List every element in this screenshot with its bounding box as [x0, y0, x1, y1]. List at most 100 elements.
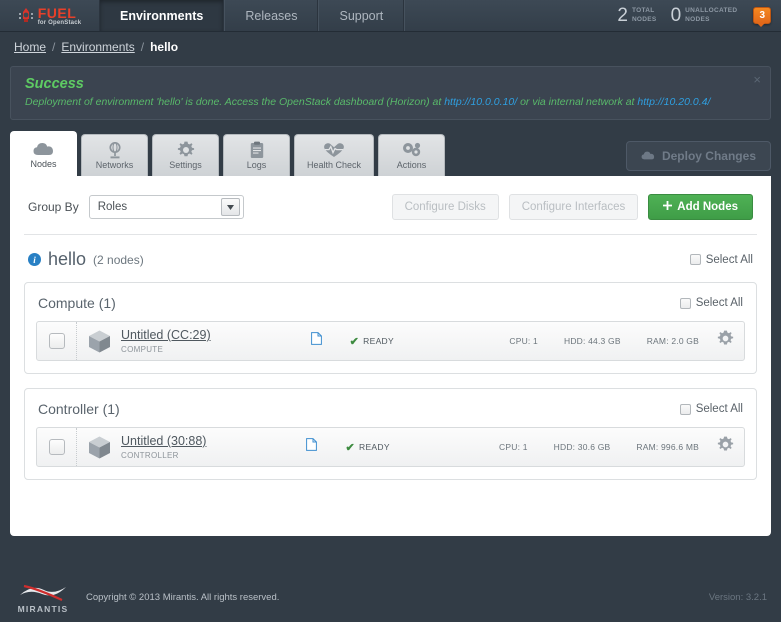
alert-text-middle: or via internal network at: [517, 96, 638, 108]
plus-icon: [663, 201, 673, 213]
server-cube-icon: [77, 322, 121, 360]
nav-item-environments[interactable]: Environments: [100, 0, 225, 31]
select-all-controller[interactable]: Select All: [679, 403, 743, 415]
node-group-compute: Compute (1) Select All Untitled (CC:29): [24, 282, 757, 374]
node-status-area: ✔ READY: [306, 428, 389, 466]
node-group-controller: Controller (1) Select All Untitled (30:8…: [24, 388, 757, 480]
select-all-checkbox[interactable]: [689, 254, 701, 265]
select-all-checkbox[interactable]: [679, 403, 691, 415]
tab-nodes[interactable]: Nodes: [10, 131, 77, 176]
total-nodes-value: 2: [617, 5, 628, 26]
environment-header: i hello (2 nodes) Select All: [24, 235, 757, 282]
brand-logo[interactable]: FUEL for OpenStack: [0, 0, 100, 31]
deploy-changes-button[interactable]: Deploy Changes: [625, 141, 771, 171]
success-alert: × Success Deployment of environment 'hel…: [10, 66, 771, 120]
total-nodes-label-line1: TOTAL: [631, 7, 655, 15]
group-header: Compute (1) Select All: [36, 293, 745, 321]
main-nav-items: Environments Releases Support: [100, 0, 405, 31]
total-nodes-label-line2: NODES: [631, 15, 657, 23]
deploy-changes-label: Deploy Changes: [661, 149, 756, 163]
unallocated-nodes-label-line2: NODES: [685, 15, 710, 23]
group-by-value: Roles: [97, 201, 128, 213]
breadcrumb: Home / Environments / hello: [0, 32, 781, 62]
chevron-down-icon[interactable]: [220, 198, 240, 216]
group-by-select[interactable]: Roles: [88, 195, 244, 219]
environment-node-count: (2 nodes): [93, 252, 144, 267]
unallocated-nodes-value: 0: [670, 5, 682, 26]
breadcrumb-item-environments[interactable]: Environments: [61, 40, 134, 54]
node-name[interactable]: Untitled (30:88): [121, 434, 206, 449]
top-navigation-bar: FUEL for OpenStack Environments Releases…: [0, 0, 781, 32]
node-ram: RAM: 2.0 GB: [646, 336, 699, 346]
nav-item-releases[interactable]: Releases: [224, 0, 319, 31]
breadcrumb-item-home[interactable]: Home: [14, 40, 46, 54]
gear-icon: [177, 141, 195, 159]
tab-networks[interactable]: Networks: [81, 134, 148, 176]
close-icon[interactable]: ×: [753, 73, 761, 86]
tab-bar: Nodes Networks Settings Logs Health Chec…: [10, 131, 771, 176]
tab-label-health-check: Health Check: [306, 160, 362, 170]
node-status-label: READY: [359, 442, 390, 452]
configure-disks-button[interactable]: Configure Disks: [391, 194, 499, 220]
document-icon[interactable]: [310, 332, 322, 350]
select-all-environment[interactable]: Select All: [689, 253, 753, 266]
node-status-area: ✔ READY: [310, 322, 394, 360]
group-title-compute: Compute (1): [38, 295, 116, 311]
nodes-panel: Group By Roles Configure Disks Configure…: [10, 176, 771, 536]
server-cube-icon: [77, 428, 121, 466]
node-name[interactable]: Untitled (CC:29): [121, 328, 211, 343]
select-all-label: Select All: [705, 253, 753, 266]
alert-title: Success: [25, 76, 84, 92]
cloud-icon: [33, 140, 54, 158]
node-statistics: 2 TOTAL NODES 0 UNALLOCATED NODES: [605, 0, 749, 31]
total-nodes-stat[interactable]: 2 TOTAL NODES: [617, 6, 656, 25]
notifications-area: 3: [749, 0, 781, 31]
node-settings-cell: [717, 428, 744, 466]
deploy-button-wrapper: Deploy Changes: [625, 141, 771, 176]
notification-badge[interactable]: 3: [753, 7, 771, 27]
table-row[interactable]: Untitled (30:88) CONTROLLER ✔ READY CPU:…: [36, 427, 745, 467]
clipboard-icon: [250, 141, 264, 159]
select-all-label: Select All: [695, 297, 743, 309]
node-status-label: READY: [363, 336, 394, 346]
tab-health-check[interactable]: Health Check: [294, 134, 374, 176]
breadcrumb-separator: /: [52, 40, 56, 54]
nav-spacer: [404, 0, 605, 31]
select-all-compute[interactable]: Select All: [679, 297, 743, 309]
environment-name: hello: [48, 249, 87, 269]
node-hdd: HDD: 30.6 GB: [553, 442, 611, 452]
add-nodes-label: Add Nodes: [677, 201, 738, 213]
cloud-icon: [641, 149, 655, 163]
gear-icon[interactable]: [717, 436, 734, 458]
add-nodes-button[interactable]: Add Nodes: [648, 194, 753, 220]
configure-interfaces-button[interactable]: Configure Interfaces: [508, 194, 639, 220]
unallocated-nodes-stat[interactable]: 0 UNALLOCATED NODES: [671, 6, 738, 25]
tab-label-logs: Logs: [246, 160, 267, 170]
alert-message: Deployment of environment 'hello' is don…: [25, 96, 756, 108]
table-row[interactable]: Untitled (CC:29) COMPUTE ✔ READY CPU: 1 …: [36, 321, 745, 361]
node-role: CONTROLLER: [121, 451, 179, 460]
tab-logs[interactable]: Logs: [223, 134, 290, 176]
brand-subtitle: for OpenStack: [37, 19, 82, 26]
node-role: COMPUTE: [121, 345, 164, 354]
horizon-dashboard-link[interactable]: http://10.0.0.10/: [444, 96, 517, 108]
version-text: Version: 3.2.1: [708, 591, 767, 603]
group-by-label: Group By: [28, 200, 79, 214]
node-specs: CPU: 1 HDD: 30.6 GB RAM: 996.6 MB: [499, 428, 699, 466]
nav-item-support[interactable]: Support: [318, 0, 405, 31]
tab-settings[interactable]: Settings: [152, 134, 219, 176]
node-hdd: HDD: 44.3 GB: [563, 336, 621, 346]
node-settings-cell: [717, 322, 744, 360]
select-all-checkbox[interactable]: [679, 297, 691, 309]
node-checkbox[interactable]: [48, 333, 65, 349]
document-icon[interactable]: [306, 438, 318, 456]
info-icon[interactable]: i: [28, 253, 41, 266]
gear-icon[interactable]: [717, 330, 734, 352]
nodes-toolbar: Group By Roles Configure Disks Configure…: [24, 188, 757, 235]
internal-network-link[interactable]: http://10.20.0.4/: [637, 96, 710, 108]
node-checkbox[interactable]: [48, 439, 65, 455]
breadcrumb-separator: /: [140, 40, 145, 54]
tab-actions[interactable]: Actions: [378, 134, 445, 176]
page-footer: MIRANTIS Copyright © 2013 Mirantis. All …: [0, 572, 781, 622]
tab-label-networks: Networks: [95, 160, 134, 170]
